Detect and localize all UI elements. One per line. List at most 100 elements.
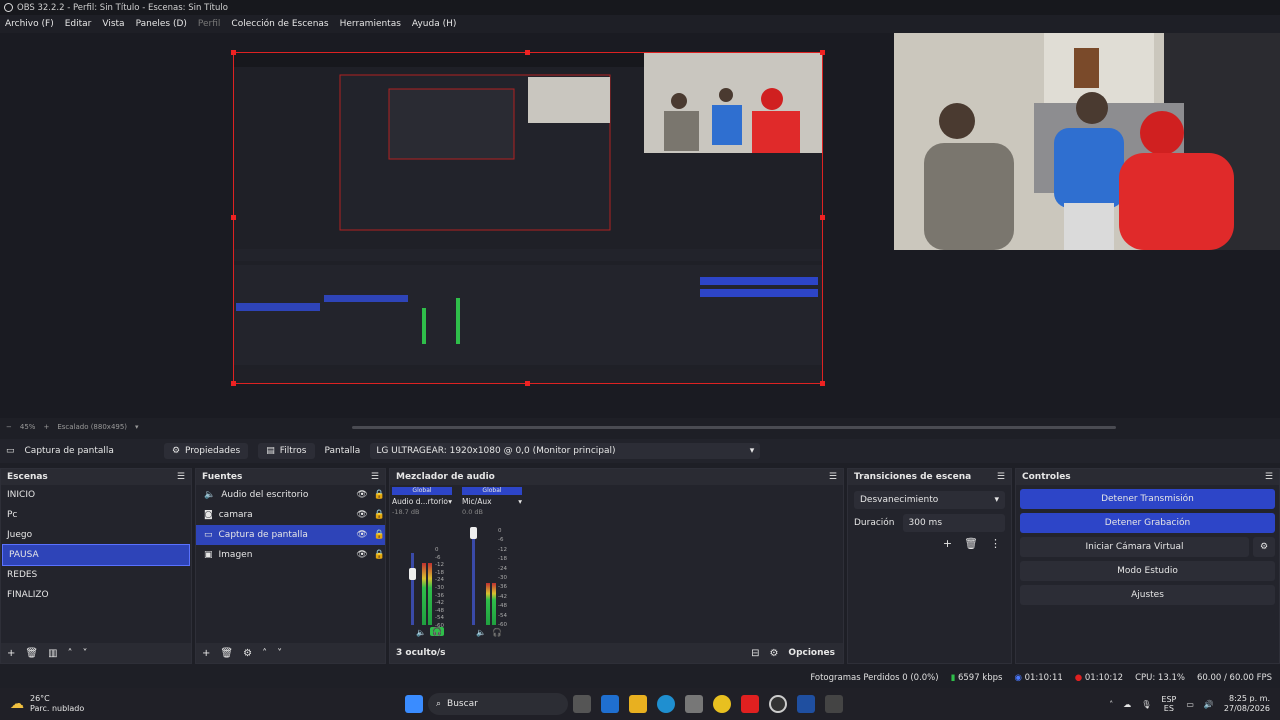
lock-icon[interactable]: 🔒 — [374, 530, 385, 540]
arrow-down-icon[interactable]: ˅ — [277, 648, 282, 659]
trash-icon[interactable]: 🗑 — [964, 537, 978, 550]
eye-icon[interactable]: 👁 — [356, 490, 367, 500]
arrow-up-icon[interactable]: ˄ — [262, 648, 267, 659]
eye-icon[interactable]: 👁 — [356, 530, 367, 540]
menu-coleccion-escenas[interactable]: Colección de Escenas — [231, 19, 328, 29]
lock-icon[interactable]: 🔒 — [374, 510, 385, 520]
app-icon[interactable] — [825, 695, 843, 713]
dock-menu-icon[interactable]: ☰ — [177, 472, 185, 482]
chevron-up-icon[interactable]: ˄ — [1109, 700, 1113, 709]
file-explorer-icon[interactable] — [629, 695, 647, 713]
stop-stream-button[interactable]: Detener Transmisión — [1020, 489, 1275, 509]
menu-paneles[interactable]: Paneles (D) — [136, 19, 187, 29]
settings-icon[interactable] — [685, 695, 703, 713]
zoom-in-icon[interactable]: + — [43, 423, 49, 431]
chrome-icon[interactable] — [713, 695, 731, 713]
transition-select[interactable]: Desvanecimiento ▾ — [854, 491, 1005, 509]
settings-button[interactable]: Ajustes — [1020, 585, 1275, 605]
fader-knob[interactable] — [470, 527, 477, 539]
scene-item[interactable]: FINALIZO — [1, 585, 191, 605]
gear-icon[interactable]: ⚙ — [1253, 537, 1275, 557]
dock-menu-icon[interactable]: ☰ — [371, 472, 379, 482]
source-item[interactable]: ▣ Imagen 👁 🔒 — [196, 545, 385, 565]
menu-perfil[interactable]: Perfil — [198, 19, 221, 29]
trash-icon[interactable]: 🗑 — [220, 648, 233, 659]
channel-name-row[interactable]: Mic/Aux ▾ — [462, 497, 522, 506]
webcam-feed[interactable] — [894, 33, 1280, 250]
add-icon[interactable]: + — [7, 648, 15, 659]
volume-icon[interactable]: 🔊 — [1204, 700, 1214, 709]
duration-input[interactable]: 300 ms — [902, 514, 1005, 532]
scene-item[interactable]: INICIO — [1, 485, 191, 505]
scene-item-selected[interactable]: PAUSA — [2, 544, 190, 566]
filter-icon[interactable]: ▥ — [48, 648, 57, 659]
resize-handle-tr[interactable] — [820, 50, 825, 55]
lock-icon[interactable]: 🔒 — [374, 550, 385, 560]
youtube-icon[interactable] — [741, 695, 759, 713]
menu-archivo[interactable]: Archivo (F) — [5, 19, 54, 29]
menu-editar[interactable]: Editar — [65, 19, 92, 29]
obs-icon[interactable] — [769, 695, 787, 713]
resize-handle-tl[interactable] — [231, 50, 236, 55]
resize-handle-br[interactable] — [820, 381, 825, 386]
dock-menu-icon[interactable]: ☰ — [829, 472, 837, 482]
fader-knob[interactable] — [409, 568, 416, 580]
add-icon[interactable]: + — [943, 537, 952, 550]
filters-button[interactable]: ▤ Filtros — [258, 443, 315, 459]
onedrive-icon[interactable]: ☁ — [1123, 700, 1131, 709]
headphones-icon[interactable]: 🎧 — [492, 628, 502, 637]
dock-menu-icon[interactable]: ☰ — [997, 472, 1005, 482]
language-indicator[interactable]: ESP ES — [1161, 695, 1176, 713]
menu-ayuda[interactable]: Ayuda (H) — [412, 19, 456, 29]
studio-mode-button[interactable]: Modo Estudio — [1020, 561, 1275, 581]
stop-record-button[interactable]: Detener Grabación — [1020, 513, 1275, 533]
source-item[interactable]: ◙ camara 👁 🔒 — [196, 505, 385, 525]
advanced-audio-icon[interactable]: ⚙ — [769, 648, 778, 659]
preview-scrollbar[interactable] — [352, 426, 1116, 429]
dock-menu-icon[interactable]: ☰ — [1265, 472, 1273, 482]
options-button[interactable]: Opciones — [788, 648, 835, 658]
volume-fader[interactable] — [411, 553, 414, 625]
virtual-cam-button[interactable]: Iniciar Cámara Virtual — [1020, 537, 1249, 557]
steam-app-icon[interactable] — [797, 695, 815, 713]
menu-vista[interactable]: Vista — [102, 19, 124, 29]
network-icon[interactable]: ▭ — [1186, 700, 1194, 709]
add-icon[interactable]: + — [202, 648, 210, 659]
taskbar-search[interactable]: ⌕ Buscar — [428, 693, 568, 715]
scene-item[interactable]: Pc — [1, 505, 191, 525]
headphones-icon[interactable]: 🎧 — [430, 627, 444, 636]
channel-name-row[interactable]: Audio d...rtorio ▾ — [392, 497, 452, 506]
trash-icon[interactable]: 🗑 — [25, 648, 38, 659]
speaker-icon[interactable]: 🔈 — [416, 628, 426, 637]
source-item-selected[interactable]: ▭ Captura de pantalla 👁 🔒 — [196, 525, 385, 545]
scene-item[interactable]: Juego — [1, 525, 191, 545]
weather-widget[interactable]: ☁ 26°C Parc. nublado — [0, 694, 400, 714]
scene-item[interactable]: REDES — [1, 565, 191, 585]
clock[interactable]: 8:25 p. m. 27/08/2026 — [1224, 694, 1270, 714]
resize-handle-l[interactable] — [231, 215, 236, 220]
steam-icon[interactable] — [601, 695, 619, 713]
menu-herramientas[interactable]: Herramientas — [340, 19, 401, 29]
source-item[interactable]: 🔈 Audio del escritorio 👁 🔒 — [196, 485, 385, 505]
resize-handle-r[interactable] — [820, 215, 825, 220]
arrow-up-icon[interactable]: ˄ — [68, 648, 73, 659]
screen-select[interactable]: LG ULTRAGEAR: 1920x1080 @ 0,0 (Monitor p… — [370, 443, 761, 459]
microphone-icon[interactable]: 🎙 — [1141, 700, 1151, 709]
preview-area[interactable] — [0, 33, 1280, 418]
task-view-icon[interactable] — [573, 695, 591, 713]
layout-icon[interactable]: ⊟ — [751, 648, 759, 659]
volume-fader[interactable] — [472, 533, 475, 625]
hidden-count[interactable]: 3 oculto/s — [396, 648, 446, 658]
arrow-down-icon[interactable]: ˅ — [83, 648, 88, 659]
eye-icon[interactable]: 👁 — [356, 510, 367, 520]
resize-handle-bl[interactable] — [231, 381, 236, 386]
lock-icon[interactable]: 🔒 — [374, 490, 385, 500]
eye-icon[interactable]: 👁 — [356, 550, 367, 560]
resize-handle-b[interactable] — [525, 381, 530, 386]
gear-icon[interactable]: ⚙ — [243, 648, 252, 659]
properties-button[interactable]: ⚙ Propiedades — [163, 443, 249, 459]
windows-start-icon[interactable] — [405, 695, 423, 713]
speaker-icon[interactable]: 🔈 — [476, 628, 486, 637]
screen-capture-source[interactable] — [231, 50, 825, 386]
zoom-out-icon[interactable]: − — [6, 423, 12, 431]
